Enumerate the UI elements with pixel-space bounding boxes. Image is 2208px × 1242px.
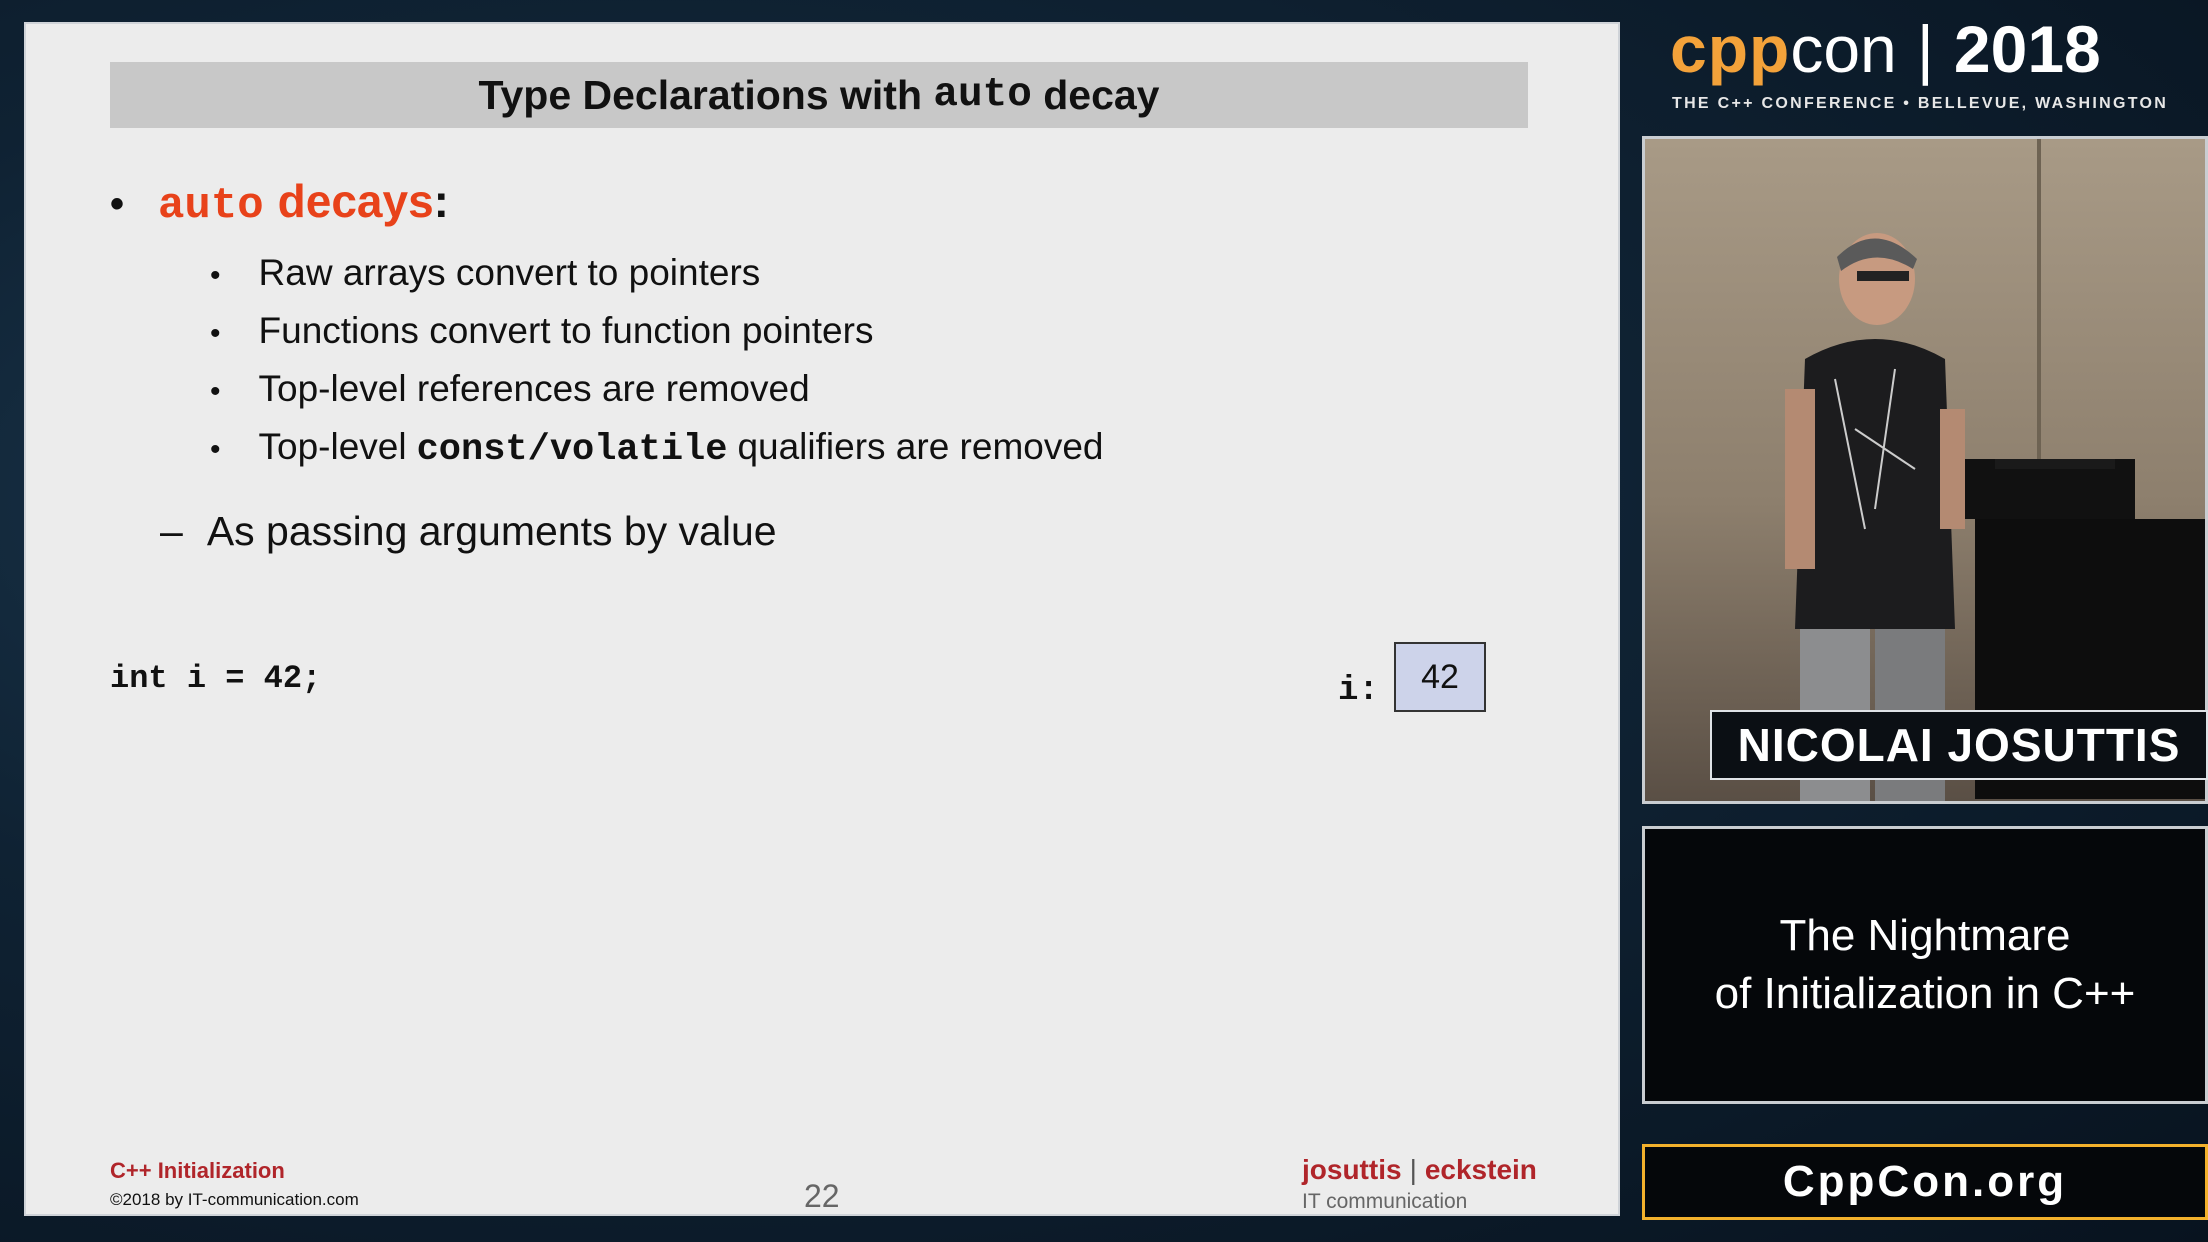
sub-bullet-text: Top-level references are removed	[258, 368, 810, 409]
slide-title-post: decay	[1043, 71, 1160, 118]
footer-brand-sub: IT communication	[1302, 1190, 1468, 1213]
cppcon-logo: cpp con | 2018	[1670, 12, 2190, 86]
speaker-name: NICOLAI JOSUTTIS	[1710, 710, 2208, 780]
sub-bullet-1: • Raw arrays convert to pointers	[210, 252, 760, 294]
main-bullet-word: decays	[277, 175, 434, 227]
sub-bullet-text: Functions convert to function pointers	[258, 310, 874, 351]
variable-value: 42	[1421, 657, 1459, 696]
bullet-dot: •	[210, 433, 221, 466]
bullet-dot: •	[210, 317, 221, 350]
sub-bullet-4-post: qualifiers are removed	[737, 426, 1104, 467]
dash-item-text: As passing arguments by value	[206, 508, 777, 554]
variable-label: i:	[1338, 672, 1379, 710]
sub-bullet-4: • Top-level const/volatile qualifiers ar…	[210, 426, 1104, 471]
sub-bullet-3: • Top-level references are removed	[210, 368, 810, 410]
slide: Type Declarations with auto decay • auto…	[24, 22, 1620, 1216]
talk-title-box: The Nightmare of Initialization in C++	[1642, 826, 2208, 1104]
slide-title-pre: Type Declarations with	[478, 71, 922, 118]
logo-cpp: cpp	[1670, 12, 1791, 86]
bullet-dot: •	[110, 182, 125, 226]
code-line: int i = 42;	[110, 660, 322, 697]
page-number: 22	[804, 1178, 840, 1214]
slide-title-code: auto	[933, 72, 1032, 118]
site-url-text: CppCon.org	[1782, 1157, 2068, 1206]
logo-separator: |	[1916, 12, 1934, 86]
main-bullet-colon: :	[433, 175, 449, 227]
main-bullet-code: auto	[158, 181, 264, 231]
logo-year: 2018	[1953, 12, 2101, 86]
bullet-dot: •	[210, 259, 221, 292]
brand-left: josuttis	[1302, 1154, 1402, 1185]
sub-bullet-4-code: const/volatile	[416, 429, 728, 471]
bullet-dot: •	[210, 375, 221, 408]
talk-title-line-2: of Initialization in C++	[1714, 969, 2136, 1018]
sub-bullet-4-pre: Top-level	[258, 426, 407, 467]
brand-right: eckstein	[1424, 1154, 1537, 1185]
conference-tagline: THE C++ CONFERENCE • BELLEVUE, WASHINGTO…	[1672, 95, 2169, 112]
footer-brand: josuttis | eckstein	[1302, 1154, 1537, 1186]
logo-con: con	[1790, 12, 1897, 86]
slide-title: Type Declarations with auto decay	[110, 62, 1528, 128]
main-bullet: • auto decays :	[110, 174, 449, 231]
dash-mark: –	[160, 508, 183, 554]
footer-course: C++ Initialization	[110, 1158, 285, 1183]
sub-bullet-text: Raw arrays convert to pointers	[258, 252, 761, 293]
variable-value-box: 42	[1394, 642, 1486, 712]
dash-item: – As passing arguments by value	[160, 508, 777, 555]
brand-separator: |	[1409, 1154, 1417, 1185]
sub-bullet-2: • Functions convert to function pointers	[210, 310, 873, 352]
speaker-video	[1642, 136, 2208, 804]
site-url: CppCon.org	[1642, 1144, 2208, 1220]
footer-copyright: ©2018 by IT-communication.com	[110, 1190, 359, 1209]
talk-title-line-1: The Nightmare	[1779, 911, 2071, 960]
